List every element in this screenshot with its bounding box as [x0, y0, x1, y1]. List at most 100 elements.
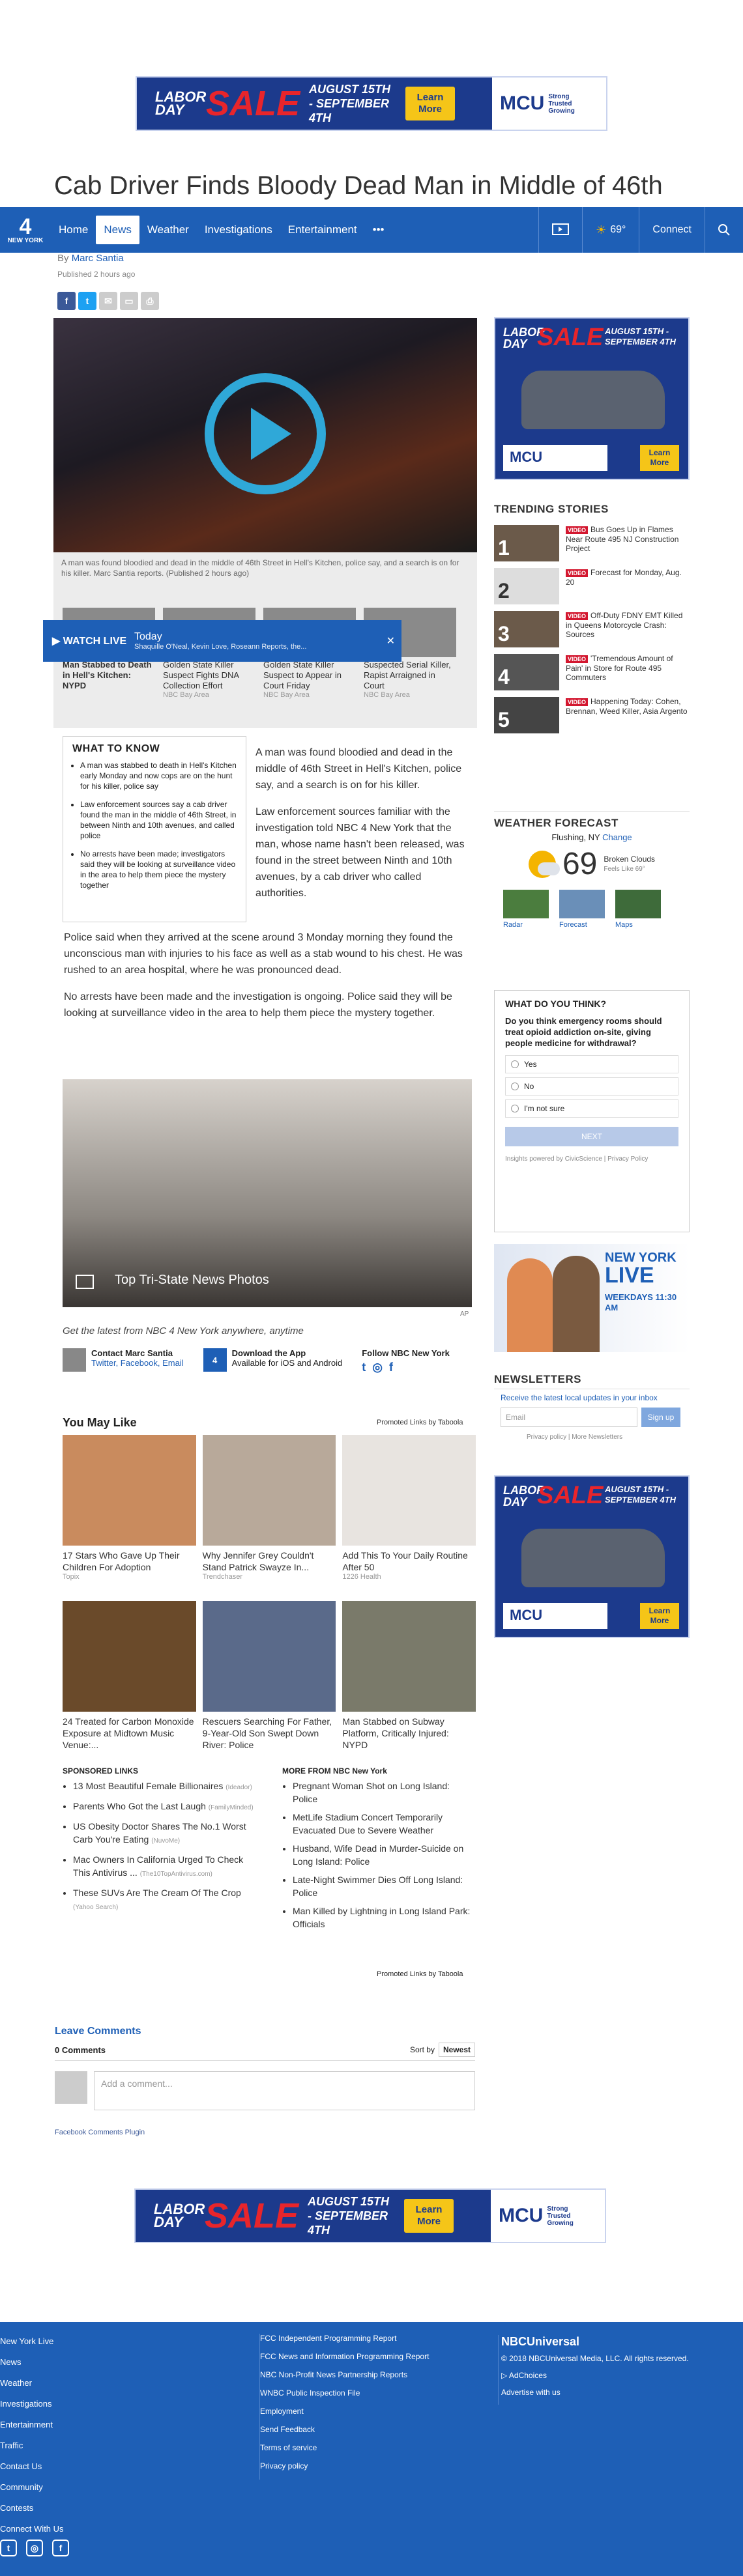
- print-icon[interactable]: ⎙: [141, 292, 159, 310]
- bottom-banner-ad[interactable]: LABOR DAY SALE AUGUST 15TH - SEPTEMBER 4…: [134, 2188, 606, 2243]
- search-icon[interactable]: [705, 207, 743, 253]
- email-share-icon[interactable]: ✉: [99, 292, 117, 310]
- recommend-item[interactable]: Rescuers Searching For Father, 9-Year-Ol…: [202, 1601, 336, 1751]
- facebook-comments-plugin[interactable]: Facebook Comments Plugin: [55, 2129, 475, 2136]
- paragraph: No arrests have been made and the invest…: [64, 991, 452, 1019]
- facebook-icon[interactable]: f: [389, 1361, 393, 1374]
- footer-link[interactable]: WNBC Public Inspection File: [260, 2388, 429, 2407]
- footer-link[interactable]: Terms of service: [260, 2443, 429, 2461]
- facebook-share-icon[interactable]: f: [57, 292, 76, 310]
- watch-live-bar[interactable]: ▶ WATCH LIVE Today Shaquille O'Neal, Kevi…: [43, 620, 401, 662]
- newsletter-links[interactable]: Privacy policy | More Newsletters: [527, 1434, 690, 1441]
- email-field[interactable]: Email: [501, 1408, 637, 1427]
- ad-learn-more-button[interactable]: Learn More: [640, 1603, 679, 1629]
- trending-item[interactable]: 5 VIDEO Happening Today: Cohen, Brennan, W…: [494, 697, 690, 733]
- sidebar-ad[interactable]: LABOR DAY SALE AUGUST 15TH - SEPTEMBER 4…: [494, 317, 690, 480]
- nav-item-weather[interactable]: Weather: [139, 207, 197, 253]
- more-link[interactable]: MetLife Stadium Concert Temporarily Evac…: [293, 1811, 476, 1837]
- footer-link[interactable]: Traffic: [0, 2441, 64, 2461]
- footer-link[interactable]: Weather: [0, 2378, 64, 2399]
- video-player[interactable]: [53, 318, 477, 552]
- footer-link[interactable]: Community: [0, 2482, 64, 2503]
- more-link[interactable]: Late-Night Swimmer Dies Off Long Island:…: [293, 1873, 476, 1899]
- comment-input[interactable]: Add a comment...: [94, 2071, 475, 2110]
- sponsored-link[interactable]: Parents Who Got the Last Laugh (FamilyMi…: [73, 1800, 256, 1815]
- adchoices-link[interactable]: ▷ AdChoices: [501, 2371, 689, 2380]
- connect-button[interactable]: Connect: [639, 207, 705, 253]
- recommend-item[interactable]: 24 Treated for Carbon Monoxide Exposure …: [63, 1601, 196, 1751]
- sort-dropdown[interactable]: Newest: [438, 2043, 475, 2057]
- play-icon[interactable]: [205, 373, 326, 494]
- author-link[interactable]: Marc Santia: [72, 253, 124, 264]
- instagram-icon[interactable]: ◎: [372, 1361, 383, 1374]
- ny-live-promo[interactable]: NEW YORK LIVE WEEKDAYS 11:30 AM: [494, 1244, 690, 1352]
- weather-tab-radar[interactable]: Radar: [503, 890, 549, 929]
- sponsored-link[interactable]: US Obesity Doctor Shares The No.1 Worst …: [73, 1820, 256, 1848]
- sponsored-link[interactable]: These SUVs Are The Cream Of The Crop (Ya…: [73, 1886, 256, 1914]
- footer-link[interactable]: Privacy policy: [260, 2461, 429, 2480]
- tv-icon[interactable]: [538, 207, 582, 253]
- sponsored-link[interactable]: 13 Most Beautiful Female Billionaires (I…: [73, 1779, 256, 1794]
- footer-link[interactable]: Employment: [260, 2407, 429, 2425]
- footer-link[interactable]: NBC Non-Profit News Partnership Reports: [260, 2370, 429, 2388]
- facebook-icon[interactable]: f: [52, 2540, 69, 2556]
- recommend-item[interactable]: 17 Stars Who Gave Up Their Children For …: [63, 1435, 196, 1581]
- trending-item[interactable]: 3 VIDEO Off-Duty FDNY EMT Killed in Queens…: [494, 611, 690, 647]
- ad-learn-more-button[interactable]: Learn More: [404, 2199, 454, 2233]
- more-link[interactable]: Pregnant Woman Shot on Long Island: Poli…: [293, 1779, 476, 1805]
- twitter-icon[interactable]: t: [362, 1361, 366, 1374]
- change-location-link[interactable]: Change: [602, 832, 632, 842]
- sidebar-ad-2[interactable]: LABOR DAY SALE AUGUST 15TH - SEPTEMBER 4…: [494, 1475, 690, 1638]
- footer-link[interactable]: New York Live: [0, 2336, 64, 2357]
- footer-link[interactable]: FCC Independent Programming Report: [260, 2334, 429, 2352]
- footer-link[interactable]: Investigations: [0, 2399, 64, 2420]
- recommend-source: Topix: [63, 1573, 80, 1581]
- poll-next-button[interactable]: NEXT: [505, 1127, 678, 1146]
- poll-option-yes[interactable]: Yes: [505, 1055, 678, 1073]
- photo-gallery[interactable]: Top Tri-State News Photos: [63, 1079, 472, 1307]
- nav-item-home[interactable]: Home: [51, 207, 96, 253]
- twitter-share-icon[interactable]: t: [78, 292, 96, 310]
- weather-tab-label: Maps: [615, 921, 633, 929]
- recommend-item[interactable]: Man Stabbed on Subway Platform, Critical…: [342, 1601, 476, 1751]
- nbc-logo[interactable]: 4 NEW YORK: [0, 207, 51, 253]
- taboola-link[interactable]: Promoted Links by Taboola: [377, 1419, 463, 1426]
- taboola-link[interactable]: Promoted Links by Taboola: [377, 1970, 463, 1978]
- weather-widget[interactable]: ☀ 69°: [582, 207, 639, 253]
- ad-learn-more-button[interactable]: Learn More: [640, 445, 679, 471]
- poll-option-not-sure[interactable]: I'm not sure: [505, 1099, 678, 1118]
- footer-link[interactable]: Contact Us: [0, 2461, 64, 2482]
- recommend-item[interactable]: Add This To Your Daily Routine After 50 1…: [342, 1435, 476, 1581]
- article-body-continued: Police said when they arrived at the sce…: [64, 929, 474, 1032]
- footer-link[interactable]: News: [0, 2357, 64, 2378]
- trending-item[interactable]: 4 VIDEO 'Tremendous Amount of Pain' in Sto…: [494, 654, 690, 690]
- instagram-icon[interactable]: ◎: [26, 2540, 43, 2556]
- trending-item[interactable]: 1 VIDEO Bus Goes Up in Flames Near Route 4…: [494, 525, 690, 561]
- contact-links[interactable]: Twitter, Facebook, Email: [91, 1358, 184, 1368]
- nav-item-entertainment[interactable]: Entertainment: [280, 207, 365, 253]
- footer-link[interactable]: Entertainment: [0, 2420, 64, 2441]
- footer-link[interactable]: FCC News and Information Programming Rep…: [260, 2352, 429, 2370]
- close-icon[interactable]: ✕: [386, 634, 395, 647]
- weather-tab-forecast[interactable]: Forecast: [559, 890, 605, 929]
- ad-learn-more-button[interactable]: Learn More: [405, 87, 456, 120]
- advertise-link[interactable]: Advertise with us: [501, 2388, 689, 2397]
- download-app[interactable]: 4 Download the App Available for iOS and …: [203, 1348, 342, 1374]
- top-banner-ad[interactable]: LABOR DAY SALE AUGUST 15TH - SEPTEMBER 4…: [136, 76, 607, 131]
- nav-more-menu[interactable]: •••: [365, 207, 392, 253]
- trending-item[interactable]: 2 VIDEO Forecast for Monday, Aug. 20: [494, 568, 690, 604]
- weather-tab-maps[interactable]: Maps: [615, 890, 661, 929]
- footer-link[interactable]: Send Feedback: [260, 2425, 429, 2443]
- nav-item-news[interactable]: News: [96, 216, 139, 244]
- footer-link[interactable]: Contests: [0, 2503, 64, 2524]
- sponsored-link[interactable]: Mac Owners In California Urged To Check …: [73, 1853, 256, 1881]
- more-link[interactable]: Husband, Wife Dead in Murder-Suicide on …: [293, 1842, 476, 1868]
- more-link[interactable]: Man Killed by Lightning in Long Island P…: [293, 1904, 476, 1931]
- nav-item-investigations[interactable]: Investigations: [197, 207, 280, 253]
- ad-label: LABOR DAY: [503, 1484, 545, 1508]
- twitter-icon[interactable]: t: [0, 2540, 17, 2556]
- poll-option-no[interactable]: No: [505, 1077, 678, 1096]
- sms-share-icon[interactable]: ▭: [120, 292, 138, 310]
- recommend-item[interactable]: Why Jennifer Grey Couldn't Stand Patrick…: [202, 1435, 336, 1581]
- sign-up-button[interactable]: Sign up: [641, 1408, 680, 1427]
